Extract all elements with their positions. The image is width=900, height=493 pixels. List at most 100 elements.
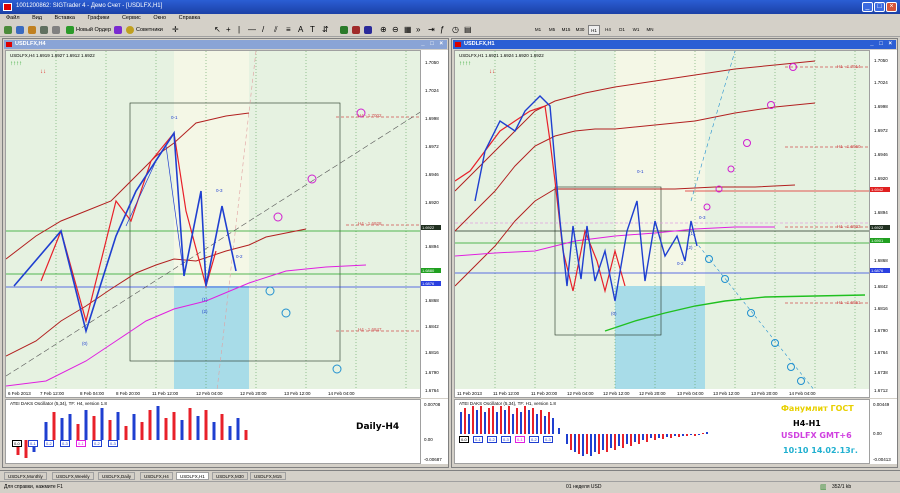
maximize-button[interactable]: □	[874, 2, 885, 12]
oscillator-panel[interactable]: ATEI DAKS Oscillator (5,34), TF: H4, ver…	[5, 399, 421, 464]
osc-box: 0-1	[515, 436, 525, 443]
app-title: 1001200862: SIGTrader 4 - Демо Счет - [U…	[16, 3, 163, 9]
candles-icon[interactable]	[352, 26, 360, 34]
price-label: 1.6946	[425, 172, 439, 177]
vertical-line-icon[interactable]: |	[238, 25, 240, 35]
price-label: 1.6764	[425, 388, 439, 393]
timeframe-m5[interactable]: M5	[546, 25, 558, 35]
tab-weekly[interactable]: USDLFX,Weekly	[52, 472, 94, 480]
osc-box: 0-2	[44, 440, 54, 447]
osc-box: 0-1	[76, 440, 86, 447]
chart-window-icon	[6, 42, 12, 47]
indicators-icon[interactable]: ƒ	[440, 25, 444, 35]
horizontal-line-icon[interactable]: —	[248, 25, 256, 35]
time-label: 7 Feb 12:00	[40, 391, 65, 396]
crosshair-icon[interactable]: ✛	[172, 25, 179, 35]
chart-window-title[interactable]: USDLFX,H1 _ □ ×	[453, 40, 896, 49]
price-plot[interactable]: USDLFX,H1 1.6921 1.6924 1.6920 1.6922 ↑↑…	[454, 50, 870, 398]
osc-scale-label: -0.00687	[424, 457, 442, 462]
osc-box: 0-0	[12, 440, 22, 447]
timeframe-w1[interactable]: W1	[630, 25, 642, 35]
menu-view[interactable]: Вид	[32, 15, 42, 21]
price-label: 1.6894	[425, 244, 439, 249]
timeframe-h1[interactable]: H1	[588, 25, 600, 35]
price-label: 1.6868	[874, 258, 888, 263]
price-label: 1.6712	[874, 388, 888, 393]
close-button[interactable]: ×	[886, 2, 897, 12]
menu-charts[interactable]: Графики	[88, 15, 110, 21]
info-line-2: H4-H1	[793, 419, 821, 428]
wave-label-0-1: 0-1	[637, 169, 644, 174]
chart-window-title[interactable]: USDLFX,H4 _ □ ×	[4, 40, 447, 49]
price-label: 1.7050	[874, 58, 888, 63]
menu-insert[interactable]: Вставка	[55, 15, 75, 21]
time-label: 12 Feb 12:00	[603, 391, 630, 396]
menu-help[interactable]: Справка	[179, 15, 201, 21]
status-traffic: 352/1 kb	[832, 484, 852, 490]
oscillator-axis: 0.00708 0.00 -0.00687	[421, 399, 448, 464]
menu-tools[interactable]: Сервис	[122, 15, 141, 21]
periods-icon[interactable]: ◷	[452, 25, 459, 35]
timeframe-m30[interactable]: M30	[574, 25, 586, 35]
time-label: 13 Feb 04:00	[677, 391, 704, 396]
timeframe-h4[interactable]: H4	[602, 25, 614, 35]
bar-chart-icon[interactable]	[340, 26, 348, 34]
price-label: 1.6842	[874, 284, 888, 289]
profiles-icon[interactable]	[16, 26, 24, 34]
wave-label-0-3: 0-3	[699, 215, 706, 220]
line-chart-icon[interactable]	[364, 26, 372, 34]
chart-window-h1[interactable]: USDLFX,H1 _ □ × USDLFX,H1 1.6921 1.6924 …	[451, 38, 898, 468]
chart-window-controls[interactable]: _ □ ×	[421, 41, 445, 47]
metaeditor-icon[interactable]	[114, 26, 122, 34]
tab-h1[interactable]: USDLFX,H1	[176, 472, 209, 480]
market-watch-icon[interactable]	[28, 26, 36, 34]
chart-window-controls[interactable]: _ □ ×	[870, 41, 894, 47]
navigator-icon[interactable]	[40, 26, 48, 34]
oscillator-panel[interactable]: ATEI DAKS Oscillator (5,34), TF: H1, ver…	[454, 399, 870, 464]
timeframe-mn[interactable]: MN	[644, 25, 656, 35]
price-plot[interactable]: USDLFX,H4 1.6919 1.6927 1.6912 1.6922 ↑↑…	[5, 50, 421, 398]
templates-icon[interactable]: ▤	[464, 25, 472, 35]
menu-file[interactable]: Файл	[6, 15, 20, 21]
cursor-icon[interactable]: ↖	[214, 25, 221, 35]
time-label: 12 Feb 20:00	[240, 391, 267, 396]
new-order-button[interactable]: Новый Ордер	[76, 25, 111, 35]
label-icon[interactable]: T	[310, 25, 315, 35]
channel-icon[interactable]: ⫽	[274, 25, 278, 35]
price-label: 1.6894	[874, 210, 888, 215]
timeframe-d1[interactable]: D1	[616, 25, 628, 35]
tab-m15[interactable]: USDLFX,M15	[250, 472, 286, 480]
autoscroll-icon[interactable]: »	[416, 25, 420, 35]
tab-daily[interactable]: USDLFX,Daily	[98, 472, 136, 480]
price-label: 1.6920	[425, 200, 439, 205]
crosshair-tool-icon[interactable]: +	[226, 25, 231, 35]
zoom-in-icon[interactable]: ⊕	[380, 25, 387, 35]
new-chart-icon[interactable]	[4, 26, 12, 34]
terminal-icon[interactable]	[52, 26, 60, 34]
wave-label-0-3: 0-3	[216, 188, 223, 193]
experts-icon[interactable]	[126, 26, 134, 34]
chart-window-h4[interactable]: USDLFX,H4 _ □ × USDLFX,H4 1.6919 1.6927 …	[2, 38, 449, 468]
tab-h4[interactable]: USDLFX,H4	[140, 472, 173, 480]
fibo-icon[interactable]: ≡	[286, 25, 291, 35]
new-order-icon[interactable]	[66, 26, 74, 34]
timeframe-m1[interactable]: M1	[532, 25, 544, 35]
menu-window[interactable]: Окно	[153, 15, 166, 21]
current-price-tag: 1.6922	[870, 225, 890, 230]
up-arrows-icon: ↑↑↑↑	[459, 61, 471, 67]
tab-monthly[interactable]: USDLFX,Monthly	[4, 472, 47, 480]
timeframe-m15[interactable]: M15	[560, 25, 572, 35]
trendline-icon[interactable]: /	[262, 25, 264, 35]
app-icon[interactable]	[3, 3, 12, 11]
tab-m30[interactable]: USDLFX,M30	[212, 472, 248, 480]
text-icon[interactable]: A	[298, 25, 303, 35]
osc-box: 0-3	[60, 440, 70, 447]
zoom-out-icon[interactable]: ⊖	[392, 25, 399, 35]
price-axis[interactable]: 1.7050 1.7024 1.6998 1.6972 1.6946 1.692…	[421, 50, 448, 398]
arrows-icon[interactable]: ⇵	[322, 25, 329, 35]
shift-icon[interactable]: ⇥	[428, 25, 435, 35]
price-axis[interactable]: 1.7050 1.7024 1.6998 1.6972 1.6946 1.692…	[870, 50, 897, 398]
tile-icon[interactable]: ▦	[404, 25, 412, 35]
minimize-button[interactable]: _	[862, 2, 873, 12]
advisors-button[interactable]: Советники	[136, 25, 163, 35]
